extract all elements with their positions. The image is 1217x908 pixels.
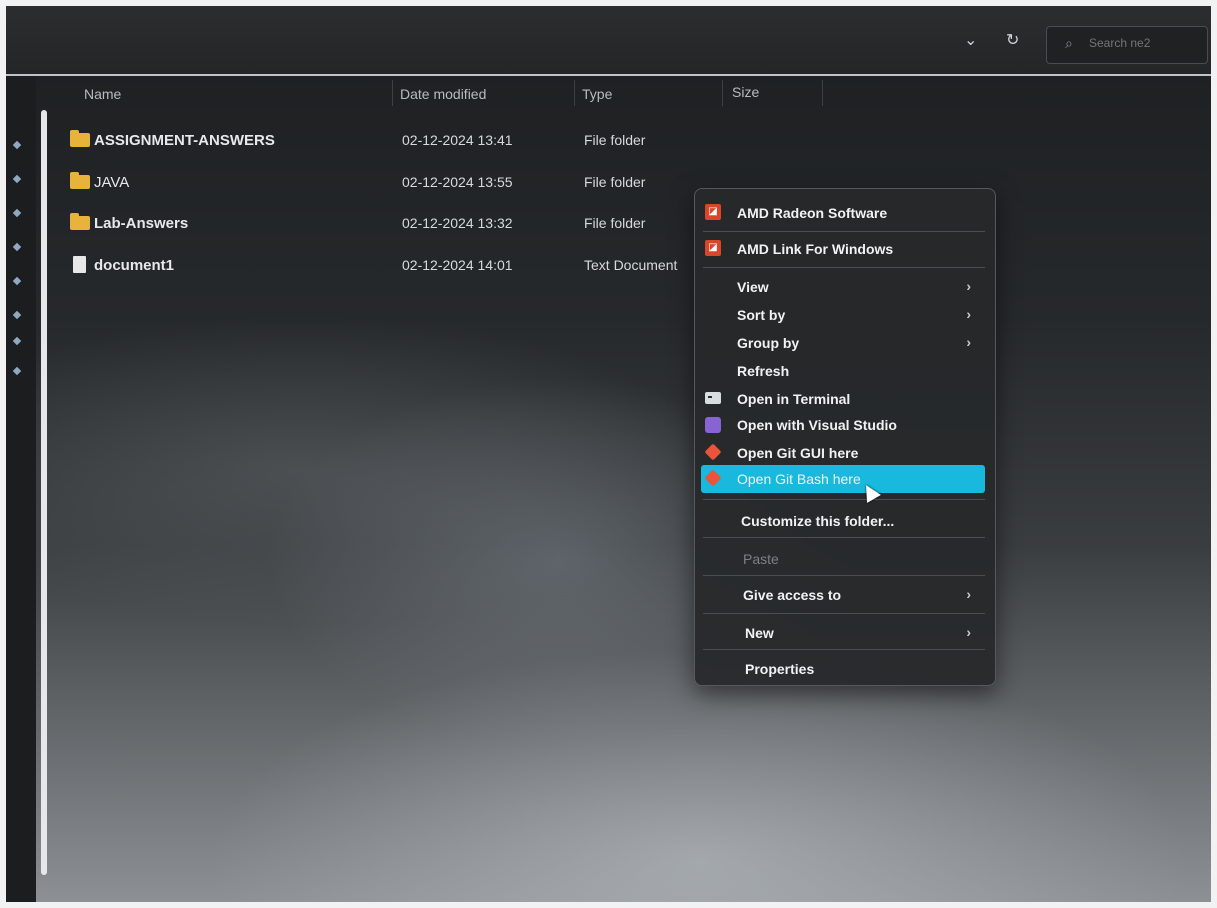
terminal-icon xyxy=(705,392,721,404)
column-divider[interactable] xyxy=(574,80,575,106)
menu-item-label: Give access to xyxy=(743,587,842,603)
menu-item-refresh[interactable]: Refresh xyxy=(701,357,985,385)
menu-item-label: View xyxy=(737,279,769,295)
pin-icon[interactable] xyxy=(12,242,22,252)
file-row[interactable]: ASSIGNMENT-ANSWERS 02-12-2024 13:41 File… xyxy=(66,125,696,157)
file-row[interactable]: document1 02-12-2024 14:01 Text Document xyxy=(66,250,696,282)
menu-item-open-visual-studio[interactable]: Open with Visual Studio xyxy=(701,411,985,439)
chevron-right-icon: › xyxy=(966,624,971,640)
folder-icon xyxy=(70,130,90,147)
folder-icon xyxy=(70,172,90,189)
file-row[interactable]: JAVA 02-12-2024 13:55 File folder xyxy=(66,167,696,199)
pin-icon[interactable] xyxy=(12,174,22,184)
menu-item-label: AMD Radeon Software xyxy=(737,205,888,221)
menu-item-label: Open in Terminal xyxy=(737,391,851,407)
file-type: File folder xyxy=(584,174,646,190)
menu-item-properties[interactable]: Properties xyxy=(701,655,985,683)
file-name: Lab-Answers xyxy=(94,215,189,232)
chevron-right-icon: › xyxy=(966,278,971,294)
chevron-right-icon: › xyxy=(966,334,971,350)
column-header-type[interactable]: Type xyxy=(582,86,612,102)
amd-icon: ◪ xyxy=(705,204,721,220)
menu-separator xyxy=(703,499,985,500)
pin-icon[interactable] xyxy=(12,276,22,286)
menu-item-sort-by[interactable]: Sort by › xyxy=(701,301,985,329)
menu-item-open-git-bash[interactable]: Open Git Bash here xyxy=(701,465,985,493)
menu-item-label: Sort by xyxy=(737,307,786,323)
file-name: ASSIGNMENT-ANSWERS xyxy=(94,132,275,149)
pin-icon[interactable] xyxy=(12,208,22,218)
file-row[interactable]: Lab-Answers 02-12-2024 13:32 File folder xyxy=(66,208,696,240)
menu-item-customize-folder[interactable]: Customize this folder... xyxy=(701,507,985,535)
menu-item-open-terminal[interactable]: Open in Terminal xyxy=(701,385,985,413)
file-date: 02-12-2024 14:01 xyxy=(402,257,513,273)
file-date: 02-12-2024 13:55 xyxy=(402,174,513,190)
file-date: 02-12-2024 13:32 xyxy=(402,215,513,231)
pin-icon[interactable] xyxy=(12,140,22,150)
menu-item-group-by[interactable]: Group by › xyxy=(701,329,985,357)
amd-icon: ◪ xyxy=(705,240,721,256)
menu-item-label: Open with Visual Studio xyxy=(737,417,897,433)
menu-item-view[interactable]: View › xyxy=(701,273,985,301)
file-name: JAVA xyxy=(94,174,130,191)
menu-separator xyxy=(703,649,985,650)
file-name: document1 xyxy=(94,257,175,274)
search-icon: ⌕ xyxy=(1065,35,1073,51)
column-divider[interactable] xyxy=(392,80,393,106)
pin-icon[interactable] xyxy=(12,336,22,346)
column-header-size[interactable]: Size xyxy=(732,84,759,100)
chevron-down-icon[interactable]: ⌄ xyxy=(964,30,977,50)
git-icon xyxy=(704,469,722,487)
menu-item-label: Open Git GUI here xyxy=(737,445,859,461)
column-header-date[interactable]: Date modified xyxy=(400,86,486,102)
file-type: Text Document xyxy=(584,257,678,273)
search-input[interactable] xyxy=(1087,35,1201,51)
column-divider[interactable] xyxy=(822,80,823,106)
menu-item-give-access[interactable]: Give access to › xyxy=(701,581,985,609)
chevron-right-icon: › xyxy=(966,306,971,322)
toolbar: ⌄ ↻ ⌕ xyxy=(6,6,1211,76)
vertical-scrollbar[interactable] xyxy=(41,110,47,875)
context-menu: ◪ AMD Radeon Software ◪ AMD Link For Win… xyxy=(694,188,996,686)
menu-item-paste[interactable]: Paste xyxy=(701,545,985,573)
chevron-right-icon: › xyxy=(966,586,971,602)
menu-item-label: AMD Link For Windows xyxy=(737,241,894,257)
navigation-pane xyxy=(6,76,36,902)
menu-item-label: Customize this folder... xyxy=(741,513,895,529)
pin-icon[interactable] xyxy=(12,366,22,376)
menu-item-label: Properties xyxy=(745,661,815,677)
file-type: File folder xyxy=(584,132,646,148)
menu-item-label: Paste xyxy=(743,551,779,567)
menu-separator xyxy=(703,231,985,232)
document-icon xyxy=(70,256,86,273)
file-type: File folder xyxy=(584,215,646,231)
menu-item-label: Refresh xyxy=(737,363,790,379)
search-box[interactable]: ⌕ xyxy=(1046,26,1208,64)
column-divider[interactable] xyxy=(722,80,723,106)
menu-item-amd-link[interactable]: ◪ AMD Link For Windows xyxy=(701,235,985,263)
menu-item-new[interactable]: New › xyxy=(701,619,985,647)
menu-separator xyxy=(703,267,985,268)
visual-studio-icon xyxy=(705,417,721,433)
menu-separator xyxy=(703,613,985,614)
menu-separator xyxy=(703,537,985,538)
menu-item-open-git-gui[interactable]: Open Git GUI here xyxy=(701,439,985,467)
menu-item-label: Group by xyxy=(737,335,800,351)
menu-item-amd-radeon[interactable]: ◪ AMD Radeon Software xyxy=(701,199,985,227)
menu-item-label: Open Git Bash here xyxy=(737,471,861,487)
pin-icon[interactable] xyxy=(12,310,22,320)
column-header-name[interactable]: Name xyxy=(84,86,121,102)
git-icon xyxy=(704,443,722,461)
file-date: 02-12-2024 13:41 xyxy=(402,132,513,148)
folder-icon xyxy=(70,213,90,230)
refresh-icon[interactable]: ↻ xyxy=(1006,30,1019,50)
menu-separator xyxy=(703,575,985,576)
menu-item-label: New xyxy=(745,625,774,641)
